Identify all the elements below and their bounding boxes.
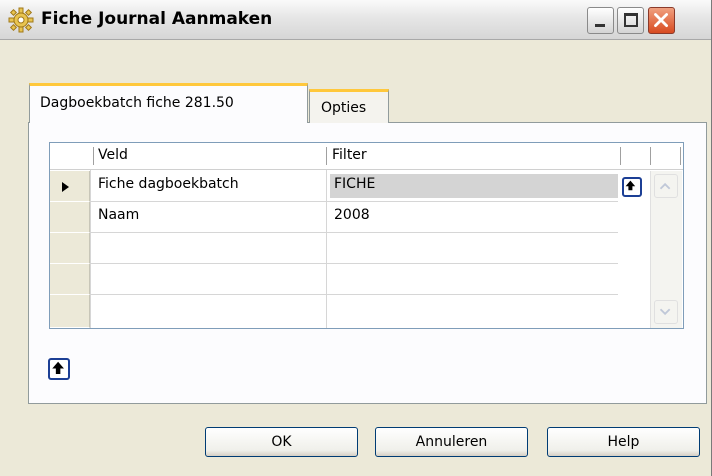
- header-separator: [680, 147, 681, 165]
- row-selector[interactable]: [50, 295, 90, 328]
- arrow-up-icon: [625, 180, 636, 191]
- header-separator: [93, 147, 94, 165]
- maximize-button[interactable]: [617, 7, 644, 34]
- table-row[interactable]: Fiche dagboekbatch FICHE: [50, 171, 618, 202]
- table-row[interactable]: [50, 233, 618, 264]
- cancel-button[interactable]: Annuleren: [375, 427, 528, 457]
- tab-dagboekbatch[interactable]: Dagboekbatch fiche 281.50: [29, 83, 308, 123]
- ok-button[interactable]: OK: [205, 427, 358, 457]
- row-selector[interactable]: [50, 202, 90, 233]
- column-header-filter[interactable]: Filter: [332, 147, 367, 163]
- row-selector[interactable]: [50, 171, 90, 202]
- filter-grid: Veld Filter Fiche dagboekbatch FICHE Naa…: [49, 142, 684, 329]
- title-bar[interactable]: Fiche Journal Aanmaken: [0, 0, 711, 40]
- help-button[interactable]: Help: [547, 427, 700, 457]
- row-selector[interactable]: [50, 264, 90, 295]
- move-up-button[interactable]: [48, 358, 70, 380]
- tab-opties[interactable]: Opties: [309, 89, 389, 123]
- gear-icon: [8, 7, 34, 33]
- chevron-down-icon: [659, 308, 671, 316]
- cell-filter[interactable]: FICHE: [334, 176, 375, 192]
- maximize-icon: [624, 13, 638, 27]
- table-row[interactable]: [50, 264, 618, 295]
- row-selector[interactable]: [50, 233, 90, 264]
- minimize-button[interactable]: [587, 7, 614, 34]
- tab-label: Dagboekbatch fiche 281.50: [40, 95, 234, 111]
- column-divider: [326, 170, 327, 328]
- close-icon: [654, 13, 668, 27]
- header-separator: [620, 147, 621, 165]
- vertical-scrollbar[interactable]: [650, 171, 682, 328]
- window-title: Fiche Journal Aanmaken: [41, 9, 273, 29]
- header-separator: [650, 147, 651, 165]
- scroll-up-button[interactable]: [654, 174, 678, 198]
- cell-veld[interactable]: Fiche dagboekbatch: [98, 176, 239, 192]
- cell-veld[interactable]: Naam: [98, 207, 139, 223]
- dialog-window: Fiche Journal Aanmaken Dagboekbatch fich…: [0, 0, 712, 476]
- row-lookup-button[interactable]: [622, 177, 642, 197]
- grid-header: Veld Filter: [50, 143, 683, 170]
- tab-label: Opties: [321, 100, 367, 116]
- column-header-veld[interactable]: Veld: [98, 147, 128, 163]
- scroll-down-button[interactable]: [654, 300, 678, 324]
- cell-filter[interactable]: 2008: [334, 207, 370, 223]
- column-divider: [90, 170, 91, 328]
- arrow-up-icon: [52, 361, 64, 374]
- chevron-up-icon: [659, 182, 671, 190]
- minimize-icon: [595, 24, 605, 27]
- current-row-indicator-icon: [62, 182, 69, 192]
- header-separator: [326, 147, 327, 165]
- table-row[interactable]: Naam 2008: [50, 202, 618, 233]
- close-button[interactable]: [648, 7, 675, 34]
- table-row[interactable]: [50, 295, 618, 328]
